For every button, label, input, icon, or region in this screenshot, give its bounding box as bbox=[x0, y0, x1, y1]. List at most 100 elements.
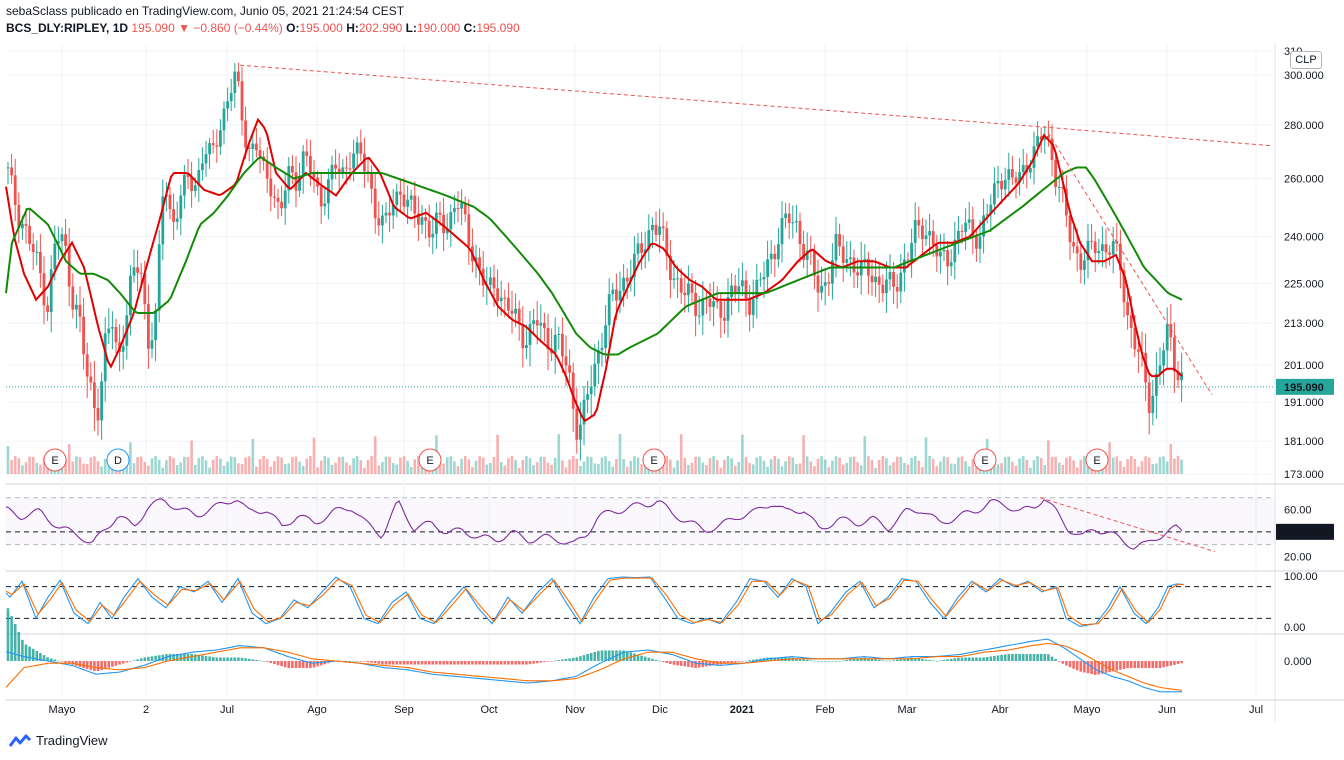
candle-body bbox=[820, 285, 823, 293]
macd-histogram-bar bbox=[1126, 661, 1129, 669]
candle-body bbox=[751, 298, 755, 315]
macd-histogram-bar bbox=[381, 661, 384, 665]
price-tick-label: 201.000 bbox=[1284, 360, 1324, 372]
macd-histogram-bar bbox=[24, 644, 28, 661]
candle-body bbox=[46, 305, 49, 313]
volume-bar bbox=[370, 456, 373, 474]
candle-body bbox=[240, 81, 244, 121]
candle-body bbox=[348, 168, 352, 170]
volume-bar bbox=[1133, 459, 1137, 474]
macd-histogram-bar bbox=[676, 661, 679, 666]
candle-body bbox=[219, 130, 222, 147]
macd-histogram-bar bbox=[463, 661, 467, 665]
candle-body bbox=[6, 167, 10, 169]
volume-bar bbox=[787, 456, 791, 474]
volume-bar bbox=[244, 457, 247, 474]
candle-body bbox=[305, 151, 309, 156]
macd-histogram-bar bbox=[661, 661, 665, 662]
volume-bar bbox=[341, 456, 345, 474]
volume-bar bbox=[1151, 464, 1155, 474]
candle-body bbox=[726, 297, 730, 321]
volume-bar bbox=[895, 456, 899, 474]
macd-histogram-bar bbox=[10, 616, 13, 661]
macd-histogram-bar bbox=[319, 661, 323, 666]
macd-histogram-bar bbox=[967, 657, 971, 661]
volume-bar bbox=[1057, 462, 1061, 474]
volume-bar bbox=[31, 456, 35, 474]
volume-bar bbox=[1165, 461, 1169, 474]
candle-body bbox=[823, 282, 827, 286]
macd-histogram-bar bbox=[1165, 661, 1169, 667]
candle-body bbox=[841, 246, 845, 263]
volume-bar bbox=[75, 456, 78, 474]
macd-histogram-bar bbox=[57, 660, 60, 662]
candle-body bbox=[334, 164, 337, 169]
candle-body bbox=[589, 386, 593, 395]
candle-body bbox=[301, 151, 305, 178]
tradingview-footer[interactable]: TradingView bbox=[8, 733, 108, 748]
macd-histogram-bar bbox=[456, 661, 460, 665]
candle-body bbox=[384, 212, 388, 216]
candle-body bbox=[208, 143, 211, 155]
macd-histogram-bar bbox=[1151, 661, 1155, 669]
macd-histogram-bar bbox=[355, 661, 359, 662]
macd-histogram-bar bbox=[312, 661, 316, 668]
candle-body bbox=[345, 167, 348, 169]
volume-bar bbox=[456, 466, 460, 474]
volume-bar bbox=[179, 462, 183, 474]
candle-body bbox=[568, 365, 571, 373]
candle-body bbox=[679, 278, 683, 293]
macd-histogram-bar bbox=[586, 654, 589, 661]
candle-body bbox=[780, 218, 784, 245]
volume-bar bbox=[586, 456, 589, 474]
macd-histogram-bar bbox=[971, 657, 975, 661]
macd-histogram-bar bbox=[6, 608, 10, 661]
candle-body bbox=[906, 259, 910, 261]
volume-bar bbox=[150, 458, 154, 474]
macd-histogram-bar bbox=[687, 661, 690, 667]
volume-bar bbox=[525, 456, 528, 474]
candle-body bbox=[28, 225, 31, 244]
volume-bar bbox=[633, 456, 636, 474]
candle-body bbox=[251, 143, 255, 149]
macd-histogram-bar bbox=[881, 660, 885, 661]
volume-bar bbox=[193, 464, 197, 474]
macd-histogram-bar bbox=[363, 661, 366, 662]
macd-histogram-bar bbox=[643, 656, 647, 661]
volume-bar bbox=[798, 463, 802, 474]
chart-canvas[interactable]: 310300.000280.000260.000240.000225.00021… bbox=[0, 0, 1344, 760]
time-tick-label: Mar bbox=[898, 704, 917, 716]
macd-histogram-bar bbox=[845, 660, 849, 661]
volume-bar bbox=[13, 456, 17, 474]
candle-body bbox=[694, 292, 697, 316]
macd-histogram-bar bbox=[888, 660, 892, 662]
volume-bar bbox=[330, 464, 334, 474]
macd-histogram-bar bbox=[492, 661, 496, 665]
macd-histogram-bar bbox=[395, 661, 399, 665]
volume-bar bbox=[154, 456, 157, 474]
price-tick-label: 191.000 bbox=[1284, 397, 1324, 409]
candle-body bbox=[1003, 179, 1007, 190]
macd-histogram-bar bbox=[949, 658, 953, 661]
macd-histogram-bar bbox=[129, 661, 132, 662]
candle-body bbox=[60, 234, 64, 242]
macd-histogram-bar bbox=[805, 659, 809, 661]
macd-histogram-bar bbox=[208, 656, 211, 661]
currency-badge[interactable]: CLP bbox=[1290, 51, 1322, 69]
macd-histogram-bar bbox=[258, 660, 262, 662]
volume-bar bbox=[1003, 457, 1007, 474]
macd-histogram-bar bbox=[1047, 654, 1050, 661]
macd-histogram-bar bbox=[251, 659, 255, 661]
macd-histogram-bar bbox=[939, 660, 942, 661]
volume-bar bbox=[712, 456, 715, 474]
volume-bar bbox=[748, 463, 751, 474]
volume-bar bbox=[931, 458, 935, 474]
volume-bar bbox=[1108, 442, 1111, 474]
candle-body bbox=[967, 219, 971, 223]
candle-body bbox=[672, 278, 676, 281]
candle-body bbox=[1090, 240, 1093, 242]
candle-body bbox=[222, 108, 226, 131]
macd-histogram-bar bbox=[471, 661, 474, 665]
macd-histogram-bar bbox=[294, 661, 298, 669]
candle-body bbox=[352, 153, 355, 169]
